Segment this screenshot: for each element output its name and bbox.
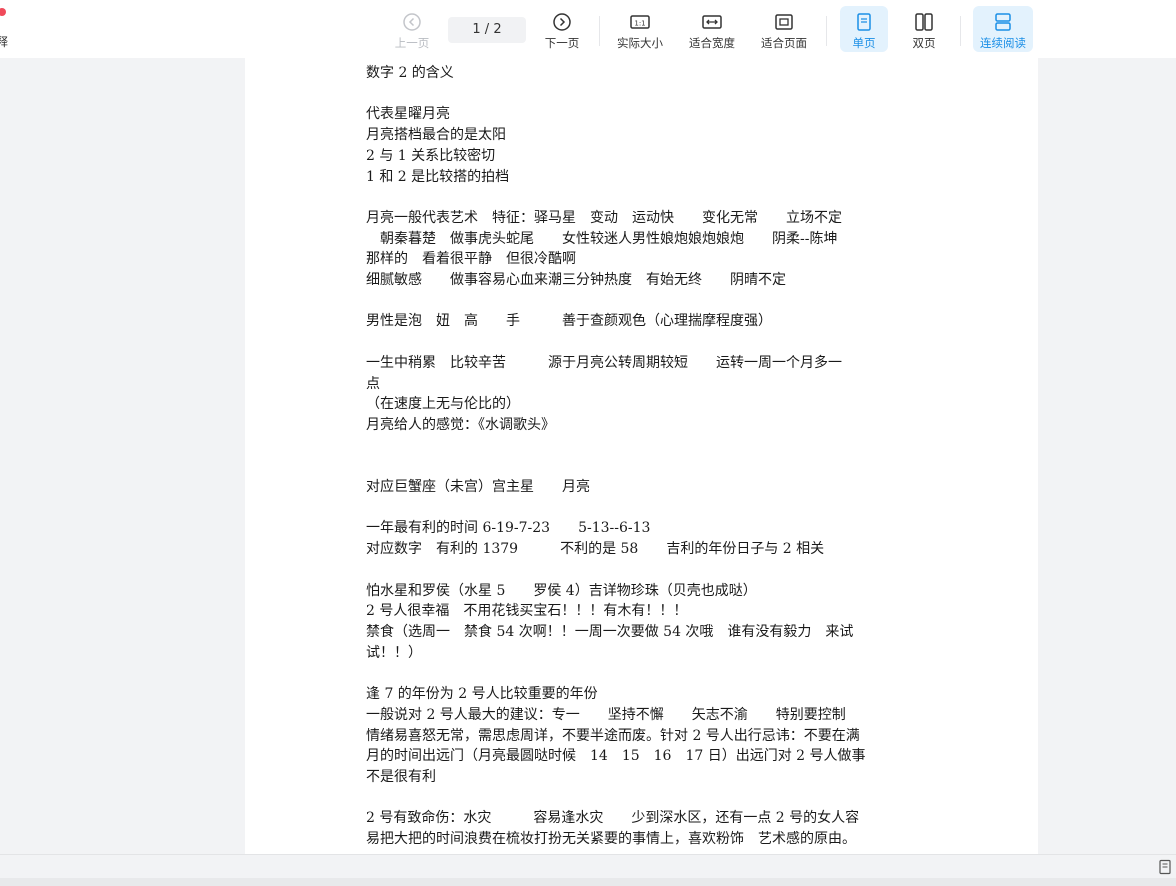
continuous-read-icon bbox=[995, 13, 1011, 31]
actual-size-icon: 1:1 bbox=[630, 15, 650, 29]
svg-text:1:1: 1:1 bbox=[634, 20, 645, 28]
double-page-button[interactable]: 双页 bbox=[900, 6, 948, 52]
document-page: 数字 2 的含义 代表星曜月亮 月亮搭档最合的是太阳 2 与 1 关系比较密切 … bbox=[245, 58, 1038, 854]
double-page-icon bbox=[915, 13, 933, 31]
prev-page-button[interactable]: 上一页 bbox=[384, 6, 440, 52]
toolbar-divider bbox=[599, 16, 600, 46]
toolbar-divider bbox=[826, 16, 827, 46]
double-page-label: 双页 bbox=[912, 36, 936, 50]
toolbar-divider bbox=[960, 16, 961, 46]
app-fragment-label: 释 bbox=[0, 35, 9, 49]
next-page-button[interactable]: 下一页 bbox=[534, 6, 590, 52]
fit-page-icon bbox=[775, 14, 793, 30]
single-page-label: 单页 bbox=[852, 36, 876, 50]
status-bar bbox=[0, 854, 1176, 878]
single-page-icon bbox=[857, 13, 871, 31]
fit-width-button[interactable]: 适合宽度 bbox=[682, 6, 742, 52]
single-page-button[interactable]: 单页 bbox=[840, 6, 888, 52]
next-page-label: 下一页 bbox=[544, 36, 580, 50]
app-status-dot bbox=[0, 8, 6, 16]
chevron-right-circle-icon bbox=[553, 13, 571, 31]
fit-page-label: 适合页面 bbox=[761, 36, 807, 50]
fit-width-label: 适合宽度 bbox=[689, 36, 735, 50]
continuous-read-button[interactable]: 连续阅读 bbox=[973, 6, 1033, 52]
document-text: 数字 2 的含义 代表星曜月亮 月亮搭档最合的是太阳 2 与 1 关系比较密切 … bbox=[366, 65, 866, 848]
page-indicator[interactable]: 1 / 2 bbox=[448, 17, 526, 43]
prev-page-label: 上一页 bbox=[394, 36, 430, 50]
chevron-left-circle-icon bbox=[403, 13, 421, 31]
fit-width-icon bbox=[702, 15, 722, 29]
toolbar: 释 上一页 1 / 2 下一页 1:1 实际大小 适合宽度 适合页面 单页 双页… bbox=[0, 0, 1176, 58]
page-view-icon[interactable] bbox=[1158, 859, 1172, 875]
bottom-strip bbox=[0, 878, 1176, 886]
fit-page-button[interactable]: 适合页面 bbox=[754, 6, 814, 52]
actual-size-label: 实际大小 bbox=[617, 36, 663, 50]
actual-size-button[interactable]: 1:1 实际大小 bbox=[610, 6, 670, 52]
continuous-read-label: 连续阅读 bbox=[980, 36, 1026, 50]
